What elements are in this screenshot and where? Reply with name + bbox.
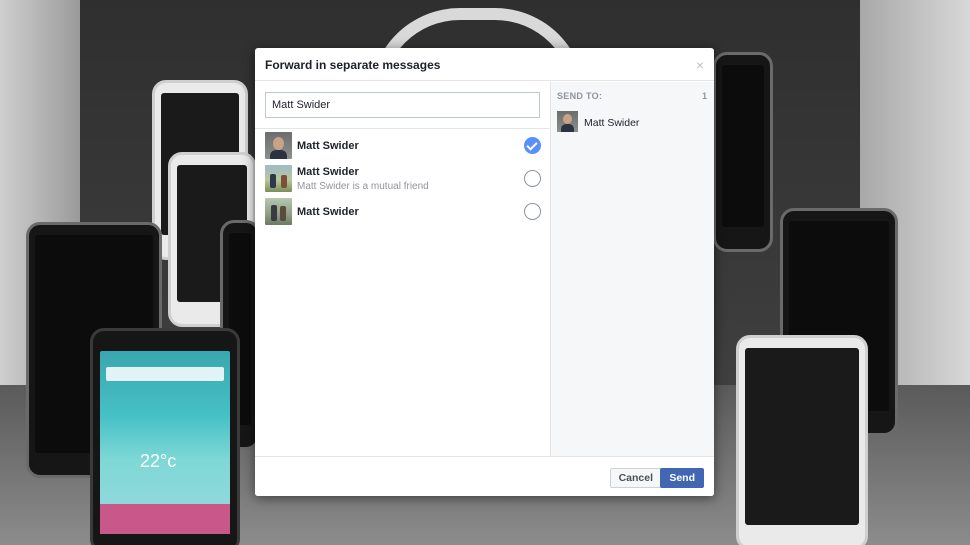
result-name: Matt Swider (297, 206, 359, 218)
search-panel: Matt Swider Matt Swider Matt Swider is a… (255, 82, 550, 456)
selected-checkmark-icon[interactable] (524, 137, 541, 154)
recipient-name: Matt Swider (584, 117, 640, 129)
avatar (265, 132, 292, 159)
search-input[interactable] (265, 92, 540, 118)
result-name: Matt Swider (297, 140, 359, 152)
dialog-header: Forward in separate messages × (255, 48, 714, 81)
result-item[interactable]: Matt Swider Matt Swider is a mutual frie… (255, 164, 550, 194)
background-phone (736, 335, 868, 545)
result-item[interactable]: Matt Swider (255, 197, 550, 227)
send-to-label: SEND TO: (557, 91, 603, 101)
dialog-title: Forward in separate messages (265, 58, 441, 72)
avatar (557, 111, 578, 132)
background-phone (713, 52, 773, 252)
avatar (265, 198, 292, 225)
result-name: Matt Swider (297, 166, 359, 178)
cancel-button[interactable]: Cancel (609, 468, 662, 488)
avatar (265, 165, 292, 192)
recipient-item[interactable]: Matt Swider (557, 111, 707, 133)
send-button[interactable]: Send (660, 468, 704, 488)
select-radio[interactable] (524, 170, 541, 187)
select-radio[interactable] (524, 203, 541, 220)
dialog-footer: Cancel Send (255, 456, 714, 496)
result-item[interactable]: Matt Swider (255, 131, 550, 161)
send-to-count: 1 (701, 91, 707, 101)
result-subtitle: Matt Swider is a mutual friend (297, 181, 429, 192)
close-icon[interactable]: × (696, 57, 704, 73)
send-to-panel: SEND TO: 1 Matt Swider (550, 82, 714, 456)
divider (255, 128, 550, 129)
forward-dialog: Forward in separate messages × Matt Swid… (255, 48, 714, 496)
background-lg-phone: 22°c (90, 328, 240, 545)
background-phone-temperature: 22°c (140, 451, 177, 471)
